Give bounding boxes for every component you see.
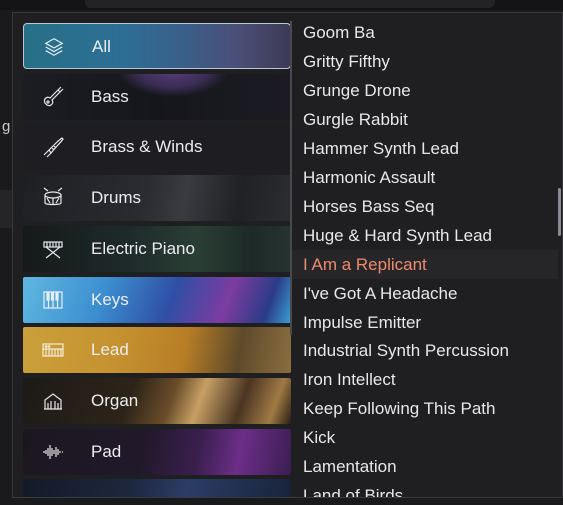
preset-item[interactable]: Harmonic Assault: [292, 163, 558, 192]
layers-icon: [42, 35, 66, 59]
category-label: Keys: [91, 289, 129, 309]
category-label: Pad: [91, 441, 122, 461]
category-item-pad[interactable]: Pad: [23, 428, 291, 475]
trumpet-icon: [41, 135, 65, 159]
category-item-bass[interactable]: Bass: [23, 73, 291, 120]
preset-browser-popup: All Bass Brass & Winds Drums Electric Piano K…: [12, 12, 563, 498]
preset-item[interactable]: Grunge Drone: [292, 76, 558, 105]
category-list: All Bass Brass & Winds Drums Electric Piano K…: [13, 13, 291, 497]
preset-item[interactable]: Impulse Emitter: [292, 308, 558, 337]
category-item-drums[interactable]: Drums: [23, 175, 291, 222]
preset-item[interactable]: Industrial Synth Percussion: [292, 336, 558, 365]
preset-item[interactable]: Gurgle Rabbit: [292, 105, 558, 134]
category-label: Electric Piano: [91, 238, 195, 258]
category-item-all[interactable]: All: [23, 23, 291, 69]
preset-item[interactable]: Lamentation: [292, 452, 558, 481]
category-label: All: [92, 37, 111, 56]
preset-item[interactable]: Land of Birds: [292, 481, 558, 497]
preset-item[interactable]: Keep Following This Path: [292, 394, 558, 423]
preset-item[interactable]: Hammer Synth Lead: [292, 134, 558, 163]
background-block: [0, 190, 12, 228]
lead-synth-icon: [41, 338, 65, 362]
background-partial-text: g: [2, 118, 11, 135]
category-label: Organ: [91, 390, 139, 410]
category-label: Brass & Winds: [91, 137, 203, 157]
electric-piano-icon: [41, 237, 65, 261]
piano-keys-icon: [41, 288, 65, 312]
preset-item[interactable]: Huge & Hard Synth Lead: [292, 221, 558, 250]
organ-icon: [41, 389, 65, 413]
category-item-lead[interactable]: Lead: [23, 327, 291, 374]
category-label: Bass: [91, 86, 129, 106]
preset-item[interactable]: Gritty Fifthy: [292, 47, 558, 76]
preset-item[interactable]: Iron Intellect: [292, 365, 558, 394]
preset-item[interactable]: I've Got A Headache: [292, 279, 558, 308]
preset-item[interactable]: Horses Bass Seq: [292, 192, 558, 221]
window-top-strip: [0, 0, 563, 10]
category-item-electric-piano[interactable]: Electric Piano: [23, 225, 291, 272]
category-label: Drums: [91, 188, 142, 208]
waveform-icon: [41, 440, 65, 464]
category-item-brass-winds[interactable]: Brass & Winds: [23, 124, 291, 171]
top-bar-pill: [85, 0, 495, 8]
category-label: Lead: [91, 340, 129, 360]
category-item-keys[interactable]: Keys: [23, 276, 291, 323]
category-item-partial[interactable]: [23, 479, 291, 497]
preset-list: Goom Ba Gritty Fifthy Grunge Drone Gurgle R…: [292, 13, 562, 497]
bass-guitar-icon: [41, 85, 65, 109]
preset-item[interactable]: Goom Ba: [292, 18, 558, 47]
preset-item[interactable]: I Am a Replicant: [292, 249, 558, 279]
drum-icon: [41, 186, 65, 210]
preset-list-scrollbar[interactable]: [558, 188, 561, 236]
category-item-organ[interactable]: Organ: [23, 377, 291, 424]
preset-item[interactable]: Kick: [292, 423, 558, 452]
